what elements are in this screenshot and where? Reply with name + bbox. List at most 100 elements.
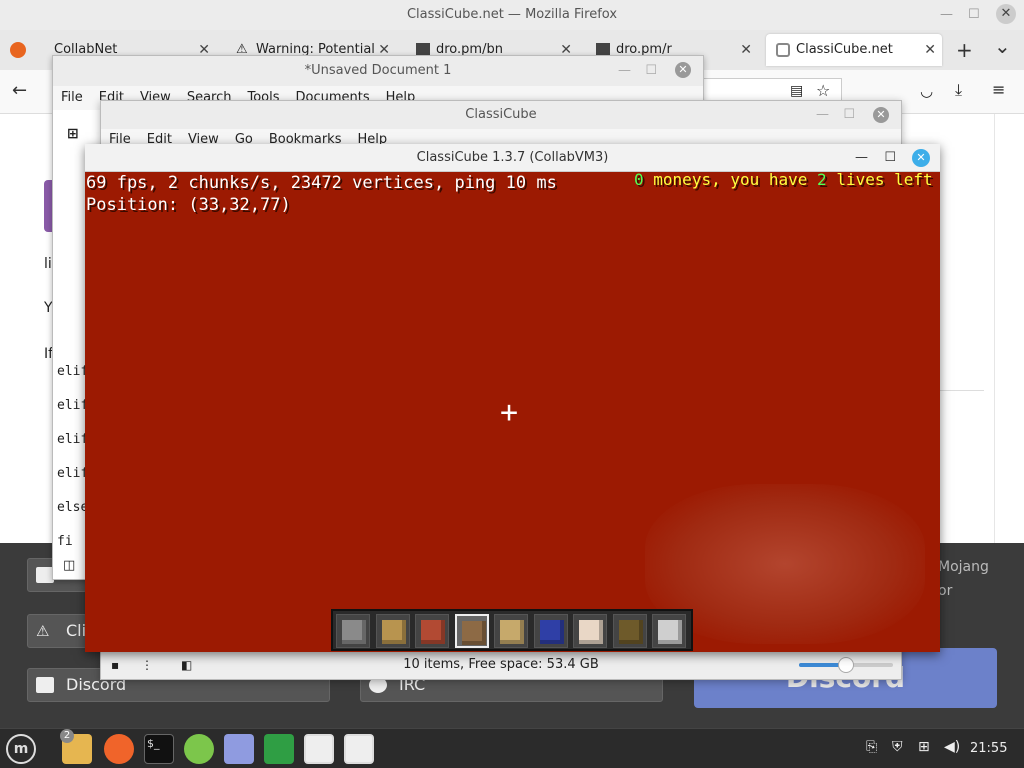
- code-line: elif: [57, 432, 89, 447]
- hud-status: 0 moneys, you have 2 lives left: [634, 170, 933, 189]
- volume-icon[interactable]: ◀): [944, 739, 960, 755]
- glowstone-block-icon: [618, 620, 643, 644]
- bricks-block-icon: [421, 620, 445, 644]
- chat-icon: [36, 677, 54, 693]
- text-editor-icon[interactable]: [224, 734, 254, 764]
- text-editor-title-bar[interactable]: *Unsaved Document 1 — ☐ ✕: [53, 56, 703, 86]
- sidebar-icon[interactable]: ◧: [181, 650, 192, 680]
- status-text: 10 items, Free space: 53.4 GB: [403, 657, 599, 672]
- firefox-window-title: ClassiCube.net — Mozilla Firefox: [406, 7, 618, 22]
- maximize-icon[interactable]: ☐: [843, 101, 855, 129]
- hotbar-slot-slab[interactable]: [652, 614, 686, 648]
- hotbar-slot-stone[interactable]: [336, 614, 370, 648]
- downloads-icon[interactable]: ⤓: [955, 80, 962, 100]
- maximize-icon[interactable]: ☐: [968, 0, 980, 30]
- close-tab-icon[interactable]: ✕: [924, 34, 936, 66]
- client-button[interactable]: ⚠ Cli: [27, 614, 87, 648]
- close-icon[interactable]: ✕: [996, 4, 1016, 24]
- shield-icon[interactable]: [264, 734, 294, 764]
- moneys-text: moneys, you have: [653, 170, 808, 189]
- firefox-icon[interactable]: [104, 734, 134, 764]
- hotbar-slot-log[interactable]: [494, 614, 528, 648]
- hotbar-slot-blue-wool[interactable]: [533, 614, 568, 648]
- zoom-slider-handle[interactable]: [838, 657, 854, 673]
- minimize-icon[interactable]: —: [940, 0, 953, 30]
- file-manager-title: ClassiCube: [465, 107, 537, 122]
- firefox-title-bar: ClassiCube.net — Mozilla Firefox: [0, 0, 1024, 30]
- lives-count: 2: [817, 170, 827, 189]
- mint-menu-icon[interactable]: m: [6, 734, 36, 764]
- classicube-title-bar[interactable]: ClassiCube 1.3.7 (CollabVM3) — ☐ ✕: [85, 144, 940, 172]
- calculator-icon[interactable]: [184, 734, 214, 764]
- minimize-icon[interactable]: —: [618, 56, 631, 86]
- hotbar-slot-bricks[interactable]: [415, 614, 449, 648]
- client-button-label: Cli: [66, 621, 87, 640]
- log-block-icon: [500, 620, 524, 644]
- new-document-icon[interactable]: ⊞: [67, 126, 79, 142]
- reader-view-icon[interactable]: ▤: [790, 83, 803, 99]
- warning-icon: ⚠: [236, 42, 248, 57]
- new-tab-button[interactable]: +: [956, 38, 973, 62]
- close-icon[interactable]: ✕: [912, 149, 930, 167]
- divider: [940, 390, 984, 391]
- classicube-launcher-icon[interactable]: [304, 734, 334, 764]
- hotbar-slot-glowstone[interactable]: [612, 614, 647, 648]
- code-line: fi: [57, 534, 73, 549]
- moneys-count: 0: [634, 170, 644, 189]
- back-icon[interactable]: ←: [12, 80, 27, 101]
- file-manager-title-bar[interactable]: ClassiCube — ☐ ✕: [101, 101, 901, 129]
- page-edge: [994, 114, 995, 544]
- blue-wool-block-icon: [539, 620, 564, 644]
- credit-text: or: [938, 583, 953, 599]
- warning-icon: ⚠: [36, 622, 50, 640]
- terminal-icon[interactable]: $_: [144, 734, 174, 764]
- bookmark-star-icon[interactable]: ☆: [816, 81, 830, 100]
- menu-file[interactable]: File: [61, 90, 83, 105]
- wood-planks-block-icon: [461, 621, 486, 645]
- hamburger-menu-icon[interactable]: ≡: [992, 80, 1005, 99]
- taskbar: m 2 $_ ⎘ ⛨ ⊞ ◀) 21:55: [0, 728, 1024, 768]
- crosshair: +: [500, 395, 519, 430]
- clock[interactable]: 21:55: [970, 741, 1007, 756]
- code-line: elif: [57, 364, 89, 379]
- window-count-badge: 2: [60, 729, 74, 743]
- tab-classicube[interactable]: ClassiCube.net ✕: [766, 34, 942, 66]
- planks-block-icon: [381, 620, 406, 644]
- maximize-icon[interactable]: ☐: [884, 144, 896, 172]
- credit-text: Mojang: [938, 559, 989, 575]
- code-line: elif: [57, 398, 89, 413]
- firefox-menu-icon[interactable]: [10, 42, 26, 58]
- hotbar-slot-planks[interactable]: [375, 614, 410, 648]
- tree-view-icon[interactable]: ⋮: [141, 650, 153, 680]
- classicube-favicon-icon: [776, 43, 790, 57]
- page-text-fragment: li: [44, 256, 52, 272]
- text-editor-title: *Unsaved Document 1: [304, 63, 452, 78]
- fps-stats: 69 fps, 2 chunks/s, 23472 vertices, ping…: [86, 173, 557, 193]
- classicube-game-icon[interactable]: [344, 734, 374, 764]
- tab-label: ClassiCube.net: [796, 42, 893, 57]
- slab-block-icon: [658, 620, 682, 644]
- pocket-icon[interactable]: ◡: [920, 82, 933, 100]
- file-manager-status-bar: ▪ ⋮ ◧ 10 items, Free space: 53.4 GB: [101, 649, 901, 679]
- minimize-icon[interactable]: —: [816, 101, 829, 129]
- code-line: elif: [57, 466, 89, 481]
- shield-tray-icon[interactable]: ⛨: [892, 739, 903, 755]
- position-readout: Position: (33,32,77): [86, 195, 291, 215]
- folder-icon[interactable]: ▪: [111, 650, 119, 680]
- clipboard-icon[interactable]: ⎘: [866, 739, 877, 755]
- hotbar-slot-cake[interactable]: [573, 614, 607, 648]
- sidebar-toggle-icon[interactable]: ◫: [63, 558, 75, 573]
- close-tab-icon[interactable]: ✕: [740, 34, 752, 66]
- classicube-title: ClassiCube 1.3.7 (CollabVM3): [416, 150, 609, 165]
- tab-list-button[interactable]: ⌄: [994, 34, 1011, 58]
- zoom-slider[interactable]: [799, 657, 893, 673]
- stone-block-icon: [342, 620, 366, 644]
- close-icon[interactable]: ✕: [675, 62, 691, 78]
- close-icon[interactable]: ✕: [873, 107, 889, 123]
- lives-text: lives left: [836, 170, 933, 189]
- hotbar: [331, 609, 693, 651]
- hotbar-slot-wood-planks[interactable]: [454, 614, 489, 648]
- maximize-icon[interactable]: ☐: [645, 56, 657, 86]
- network-icon[interactable]: ⊞: [918, 739, 930, 755]
- minimize-icon[interactable]: —: [855, 144, 868, 172]
